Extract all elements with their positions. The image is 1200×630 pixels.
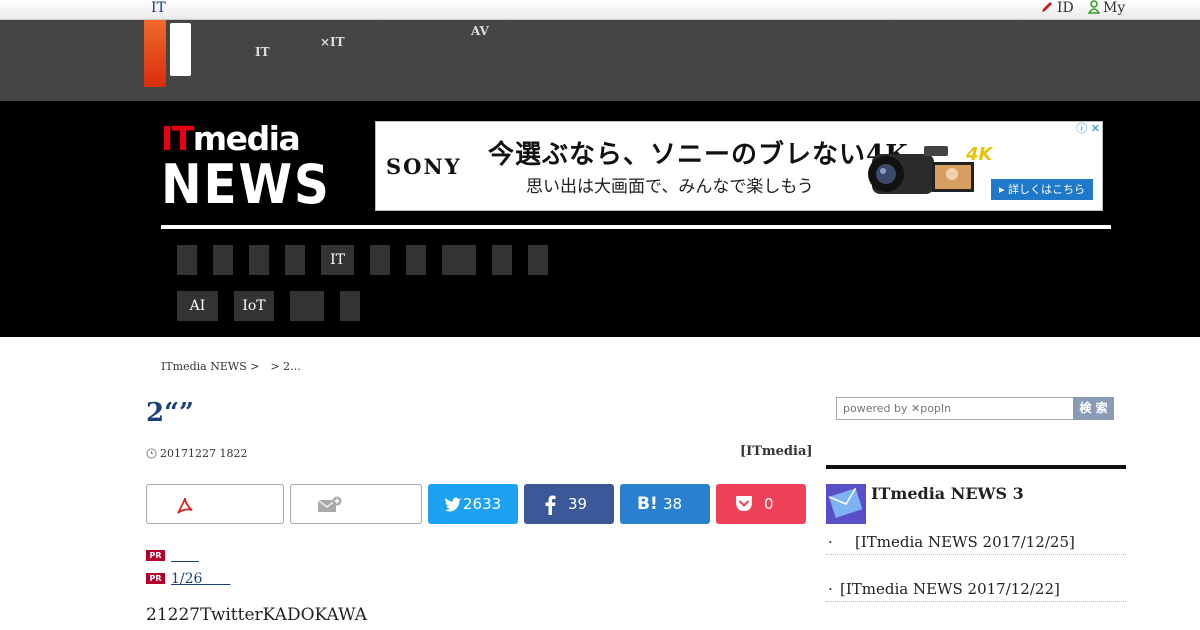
my-link-label: My [1103,0,1126,16]
id-link-label: ID [1057,0,1074,16]
category-tab-9[interactable] [492,245,512,275]
pr-link-1[interactable] [171,548,199,564]
newsletter-section-title: ITmedia NEWS 3 [871,484,1024,503]
pocket-count: 0 [764,495,774,513]
hatena-bookmark-button[interactable]: B! 38 [620,484,710,524]
ad-choices-icon[interactable]: ⓘ ✕ [1070,122,1102,137]
category-tab-2[interactable] [213,245,233,275]
itmedia-logo[interactable]: ITmedia [161,121,301,157]
category-tab-3[interactable] [249,245,269,275]
breadcrumb[interactable]: ITmedia NEWS > > 2... [161,358,301,374]
news-logo[interactable]: NEWS [161,155,331,215]
group-nav-item-3[interactable]: AV [471,25,495,48]
article-date-text: 20171227 1822 [160,447,248,460]
ad-headline: 今選ぶなら、ソニーのブレない4K [488,140,909,170]
pr-link-row-1: PR [146,545,199,565]
itmedia-group-logo[interactable] [144,20,166,87]
category-tab-10[interactable] [528,245,548,275]
pocket-button[interactable]: 0 [716,484,806,524]
ad-brand: SONY [386,154,462,179]
header-divider [161,225,1111,229]
category-tab-iot[interactable]: IoT [234,291,274,321]
pr-badge: PR [146,573,165,584]
group-site-nav: IT ×IT AV [0,20,1200,101]
category-tab-13[interactable] [290,291,324,321]
newsletter-mail-icon [826,484,866,524]
pr-link-2[interactable]: 1/26 [171,571,230,587]
twitter-icon [444,497,461,512]
itmedia-group-logo-mark [170,23,191,76]
category-tab-ai[interactable]: AI [177,291,218,321]
pdf-icon [177,497,193,514]
facebook-share-button[interactable]: 39 [524,484,614,524]
mail-subscribe-button[interactable] [290,484,422,524]
search-input[interactable] [836,397,1074,420]
category-tab-4[interactable] [285,245,305,275]
article-lead-text: 21227TwitterKADOKAWA [146,605,368,625]
article-byline: [ITmedia] [740,444,813,459]
my-itmedia-link[interactable]: My [1087,0,1126,17]
ad-subtext: 思い出は大画面で、みんなで楽しもう [526,177,814,197]
pocket-icon [736,496,752,511]
twitter-share-button[interactable]: 2633 [428,484,518,524]
category-tab-6[interactable] [370,245,390,275]
group-nav-item-1[interactable]: IT [255,26,279,58]
article-title: 2“” [146,398,195,428]
newsletter-item[interactable]: · [ITmedia NEWS 2017/12/22] [826,579,1126,602]
bullet: · [828,580,833,598]
pdf-button[interactable] [146,484,284,524]
mail-add-icon [317,496,342,512]
ad-4k-badge: 4K [966,144,993,165]
category-tab-7[interactable] [406,245,426,275]
user-icon [1087,0,1101,14]
category-tab-8[interactable] [442,245,476,275]
twitter-count: 2633 [463,495,502,513]
newsletter-item[interactable]: · [ITmedia NEWS 2017/12/25] [826,532,1126,555]
site-search: 検 索 [836,397,1114,420]
itmedia-top-link[interactable]: IT [151,0,166,17]
hatena-count: 38 [663,495,683,513]
clock-icon [146,448,157,459]
category-tab-14[interactable] [340,291,360,321]
bullet: · [828,533,833,551]
search-button[interactable]: 検 索 [1073,397,1114,420]
ad-more-button[interactable]: ▸ 詳しくはこちら [991,179,1093,200]
hatena-icon: B! [637,494,658,514]
article-date: 20171227 1822 [146,447,247,460]
category-tab-it[interactable]: IT [321,245,354,275]
camera-image [868,146,974,194]
top-utility-bar: IT ID My [0,0,1200,20]
facebook-icon [545,495,556,515]
pr-badge: PR [146,550,165,561]
group-nav-item-2[interactable]: ×IT [320,26,356,48]
advertisement-banner[interactable]: SONY 今選ぶなら、ソニーのブレない4K 思い出は大画面で、みんなで楽しもう … [375,121,1103,211]
category-tab-1[interactable] [177,245,197,275]
facebook-count: 39 [568,495,588,513]
itmedia-id-link[interactable]: ID [1040,0,1074,17]
sidebar-divider [826,465,1126,469]
pencil-icon [1042,2,1052,12]
pr-link-row-2: PR 1/26 [146,568,230,588]
